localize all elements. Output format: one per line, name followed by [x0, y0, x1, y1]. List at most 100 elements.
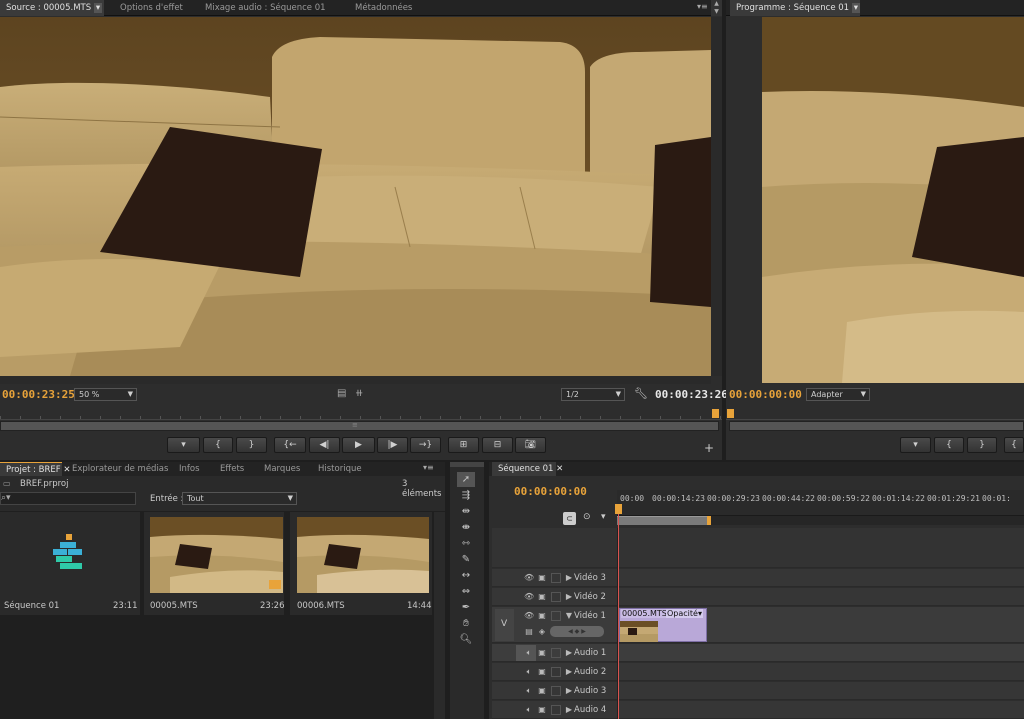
checkbox-icon[interactable]: [551, 648, 561, 658]
speaker-icon[interactable]: 🔈︎: [524, 686, 534, 696]
track-video-1[interactable]: V 👁︎ ▣ ▼ Vidéo 1 ▤ ◈ ◀ ◆ ▶: [492, 607, 1024, 643]
track-video-2[interactable]: 👁︎ ▣ ▶ Vidéo 2: [492, 588, 1024, 606]
program-zoom-bar[interactable]: [729, 421, 1024, 431]
slide-tool-icon[interactable]: ⇔: [457, 584, 475, 599]
source-timecode-in[interactable]: 00:00:23:25: [2, 388, 75, 401]
expand-arrow-icon[interactable]: ▶: [564, 648, 574, 658]
rate-stretch-tool-icon[interactable]: ⇿: [457, 536, 475, 551]
timeline-playhead-head[interactable]: [615, 504, 622, 514]
hand-tool-icon[interactable]: ✋︎: [457, 616, 475, 631]
source-playhead-marker[interactable]: [712, 409, 719, 418]
speaker-icon[interactable]: 🔈︎: [524, 705, 534, 715]
track-select-tool-icon[interactable]: ⇶: [457, 488, 475, 503]
entry-select[interactable]: Tout ▼: [182, 492, 297, 505]
chevron-down-icon[interactable]: ▾: [851, 3, 861, 13]
snap-icon[interactable]: ⊂: [563, 512, 576, 525]
mark-out-button[interactable]: }: [967, 437, 997, 453]
expand-arrow-icon[interactable]: ▶: [564, 667, 574, 677]
lock-icon[interactable]: ▣: [537, 573, 547, 583]
add-marker-icon[interactable]: ▾: [601, 512, 606, 522]
film-icon[interactable]: ▤: [337, 388, 346, 399]
checkbox-icon[interactable]: [551, 667, 561, 677]
project-item-sequence[interactable]: Séquence 01 23:11: [0, 512, 140, 615]
tab-markers[interactable]: Marques: [258, 462, 306, 476]
lock-icon[interactable]: ▣: [537, 705, 547, 715]
keyframe-icon[interactable]: ◈: [537, 627, 547, 637]
lock-icon[interactable]: ▣: [537, 592, 547, 602]
track-video-3[interactable]: 👁︎ ▣ ▶ Vidéo 3: [492, 569, 1024, 587]
speaker-icon[interactable]: 🔈︎: [524, 667, 534, 677]
project-item-clip[interactable]: 00005.MTS 23:26: [144, 512, 285, 615]
tab-history[interactable]: Historique: [312, 462, 368, 476]
panel-menu-icon[interactable]: ▾≡: [423, 463, 434, 472]
project-vscroll[interactable]: [434, 512, 445, 719]
scroll-arrows-icon[interactable]: ▲ ▼: [711, 0, 722, 16]
mark-in-button[interactable]: {: [203, 437, 233, 453]
chevron-down-icon[interactable]: ▾: [93, 3, 103, 13]
export-frame-button[interactable]: 📷︎: [515, 437, 546, 453]
mark-out-button[interactable]: }: [236, 437, 267, 453]
timeline-zoom-bar[interactable]: [711, 516, 1024, 525]
tab-source[interactable]: Source : 00005.MTS ▾: [0, 0, 104, 16]
wrench-icon[interactable]: 🔧︎: [634, 387, 648, 400]
go-to-in-button[interactable]: {: [1004, 437, 1024, 453]
play-button[interactable]: ▶: [342, 437, 375, 453]
project-item-clip[interactable]: 00006.MTS 14:44: [290, 512, 432, 615]
tab-effect-options[interactable]: Options d'effet: [114, 0, 189, 16]
checkbox-icon[interactable]: [551, 611, 561, 621]
expand-arrow-icon[interactable]: ▶: [564, 686, 574, 696]
tab-program[interactable]: Programme : Séquence 01 ▾: [730, 0, 861, 16]
go-to-in-button[interactable]: {←: [274, 437, 306, 453]
add-marker-button[interactable]: ▾: [167, 437, 200, 453]
track-audio-4[interactable]: 🔈︎ ▣ ▶ Audio 4: [492, 701, 1024, 719]
work-area-bar[interactable]: [617, 516, 709, 525]
expand-arrow-icon[interactable]: ▶: [564, 705, 574, 715]
eye-icon[interactable]: 👁︎: [524, 592, 534, 602]
lock-icon[interactable]: ▣: [537, 667, 547, 677]
expand-arrow-icon[interactable]: ▶: [564, 573, 574, 583]
track-audio-1[interactable]: 🔈︎ ▣ ▶ Audio 1: [492, 644, 1024, 662]
add-button-icon[interactable]: +: [704, 441, 714, 455]
zoom-grip-icon[interactable]: ≡: [352, 421, 358, 429]
program-fit-select[interactable]: Adapter ▼: [806, 388, 870, 401]
checkbox-icon[interactable]: [551, 686, 561, 696]
program-timecode[interactable]: 00:00:00:00: [729, 388, 802, 401]
clip-effect-label[interactable]: Opacité▾: [666, 609, 703, 618]
lock-icon[interactable]: ▣: [537, 611, 547, 621]
source-vscroll[interactable]: [711, 17, 722, 376]
selection-tool-icon[interactable]: ➚: [457, 472, 475, 487]
expand-arrow-icon[interactable]: ▶: [564, 592, 574, 602]
speaker-icon[interactable]: 🔈︎: [524, 648, 534, 658]
source-zoom-select[interactable]: 50 % ▼: [74, 388, 137, 401]
razor-tool-icon[interactable]: ✎: [457, 552, 475, 567]
ripple-edit-tool-icon[interactable]: ⇹: [457, 504, 475, 519]
tab-info[interactable]: Infos: [173, 462, 206, 476]
display-style-icon[interactable]: ▤: [524, 627, 534, 637]
close-icon[interactable]: ✕: [556, 464, 563, 474]
tab-sequence[interactable]: Séquence 01 ✕: [492, 462, 563, 476]
checkbox-icon[interactable]: [551, 573, 561, 583]
tab-metadata[interactable]: Métadonnées: [349, 0, 418, 16]
tab-media-browser[interactable]: Explorateur de médias: [66, 462, 174, 476]
pen-tool-icon[interactable]: ✒: [457, 600, 475, 615]
source-mini-ruler[interactable]: [0, 407, 722, 420]
tab-effects[interactable]: Effets: [214, 462, 250, 476]
source-patch-v[interactable]: V: [495, 609, 514, 641]
track-audio-2[interactable]: 🔈︎ ▣ ▶ Audio 2: [492, 663, 1024, 681]
overwrite-button[interactable]: ⊟: [482, 437, 513, 453]
timeline-playhead-line[interactable]: [618, 514, 619, 719]
tab-project[interactable]: Projet : BREF ✕: [0, 462, 71, 476]
lock-icon[interactable]: ▣: [537, 686, 547, 696]
checkbox-icon[interactable]: [551, 705, 561, 715]
waveform-icon[interactable]: ⧺: [355, 388, 363, 399]
go-to-out-button[interactable]: →}: [410, 437, 441, 453]
lock-icon[interactable]: ▣: [537, 648, 547, 658]
timeline-clip[interactable]: 00005.MTS Opacité▾: [619, 608, 707, 642]
source-resolution-select[interactable]: 1/2 ▼: [561, 388, 625, 401]
add-marker-button[interactable]: ▾: [900, 437, 931, 453]
step-forward-button[interactable]: |▶: [377, 437, 408, 453]
eye-icon[interactable]: 👁︎: [524, 573, 534, 583]
source-hscroll[interactable]: [0, 376, 711, 384]
panel-menu-icon[interactable]: ▾≡: [697, 2, 708, 11]
program-playhead-marker[interactable]: [727, 409, 734, 418]
